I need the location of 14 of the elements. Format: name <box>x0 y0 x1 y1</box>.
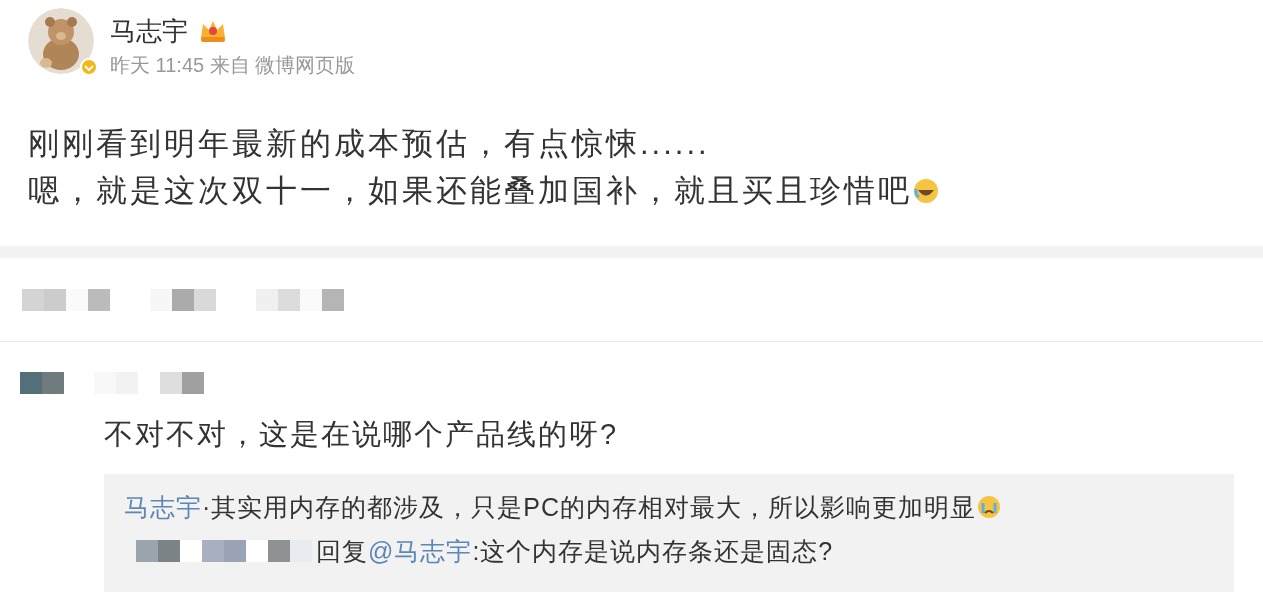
post-meta: 昨天 11:45 来自 微博网页版 <box>110 53 356 78</box>
reply-text: 回复@马志宇:这个内存是说内存条还是固态? <box>316 536 834 567</box>
verified-badge-icon <box>80 58 98 76</box>
post-text: 刚刚看到明年最新的成本预估，有点惊悚...... <box>28 125 710 163</box>
comment-text: 不对不对，这是在说哪个产品线的呀? <box>104 418 619 450</box>
avatar <box>20 372 64 394</box>
redacted-text <box>150 288 216 311</box>
post-text: 嗯，就是这次双十一，如果还能叠加国补，就且买且珍惜吧 <box>28 172 912 210</box>
crying-emoji-icon <box>976 494 1003 520</box>
reply-text: 马志宇·其实用内存的都涉及，只是PC的内存相对最大，所以影响更加明显 <box>124 492 977 523</box>
author-name[interactable]: 马志宇 <box>110 14 188 48</box>
mention-link[interactable]: @马志宇 <box>368 537 473 565</box>
laughing-emoji-icon <box>912 176 940 205</box>
user-link[interactable]: 马志宇 <box>124 493 202 521</box>
